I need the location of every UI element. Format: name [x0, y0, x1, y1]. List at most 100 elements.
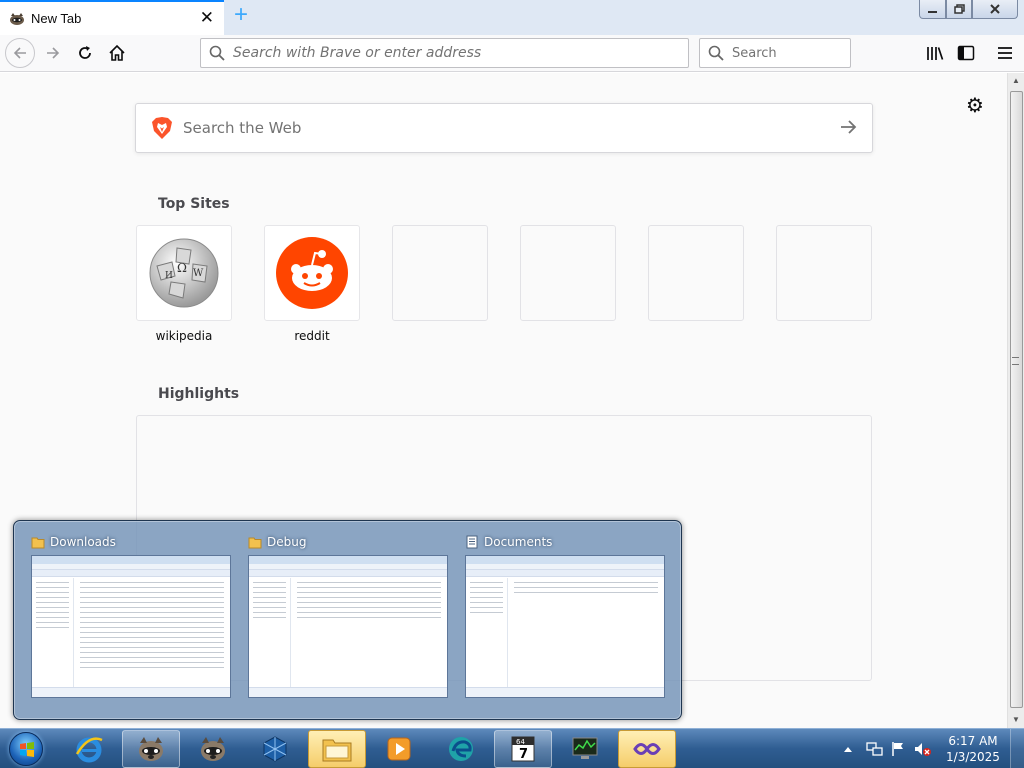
arrow-left-icon — [13, 47, 26, 59]
tab-close-icon[interactable]: ✕ — [200, 9, 214, 27]
brave-logo-icon — [152, 117, 172, 139]
task-manager-icon — [572, 737, 598, 759]
top-site-empty[interactable] — [648, 225, 744, 321]
top-site-tile — [264, 225, 360, 321]
start-button[interactable] — [4, 730, 48, 768]
web-search-placeholder: Search the Web — [183, 119, 302, 137]
taskbar-brave-browser[interactable] — [122, 730, 180, 768]
reload-button[interactable] — [70, 38, 100, 68]
arrow-right-icon[interactable] — [838, 117, 858, 137]
menu-button[interactable] — [990, 38, 1020, 68]
taskbar-internet-explorer[interactable] — [60, 730, 118, 768]
taskbar-clock[interactable]: 6:17 AM 1/3/2025 — [938, 733, 1008, 765]
tab-new-tab[interactable]: New Tab ✕ — [0, 0, 224, 35]
sidebar-icon — [957, 45, 975, 61]
show-hidden-icons-button[interactable] — [843, 729, 853, 768]
close-window-button[interactable] — [972, 0, 1018, 19]
address-bar[interactable]: Search with Brave or enter address — [200, 38, 689, 68]
folder-icon — [248, 537, 262, 549]
preview-window-documents[interactable]: Documents — [465, 535, 665, 698]
internet-explorer-icon — [75, 737, 103, 763]
chevron-up-icon — [844, 747, 852, 752]
preview-window-downloads[interactable]: Downloads — [31, 535, 231, 698]
arrow-right-icon — [47, 47, 60, 59]
search-box[interactable]: Search — [699, 38, 851, 68]
taskbar-visual-studio[interactable] — [618, 730, 676, 768]
taskbar-7zip[interactable]: 64 7 — [494, 730, 552, 768]
new-tab-button[interactable]: + — [228, 3, 254, 28]
show-desktop-button[interactable] — [1010, 729, 1024, 768]
taskbar-edge[interactable] — [432, 730, 490, 768]
reddit-logo-icon — [276, 237, 348, 309]
media-player-icon — [387, 737, 411, 761]
top-site-empty[interactable] — [392, 225, 488, 321]
svg-text:64: 64 — [516, 738, 525, 746]
hamburger-menu-icon — [998, 47, 1012, 59]
web-search-box[interactable]: Search the Web — [135, 103, 873, 153]
taskbar-media-player[interactable] — [370, 730, 428, 768]
preview-title: Debug — [267, 535, 307, 549]
network-tray-icon[interactable] — [866, 729, 884, 768]
taskbar-task-manager[interactable] — [556, 730, 614, 768]
document-icon — [466, 535, 478, 549]
minimize-button[interactable] — [919, 0, 946, 19]
top-site-placeholder-tile — [392, 225, 488, 321]
scrollbar-thumb[interactable] — [1010, 91, 1023, 708]
folder-icon — [322, 739, 352, 762]
vertical-scrollbar[interactable]: ▲ ▼ — [1007, 73, 1024, 728]
reload-icon — [79, 46, 91, 59]
top-site-placeholder-tile — [776, 225, 872, 321]
highlights-heading: Highlights — [158, 386, 240, 402]
back-button[interactable] — [5, 38, 35, 68]
windows-logo-icon — [9, 732, 43, 766]
preview-window-debug[interactable]: Debug — [248, 535, 448, 698]
settings-gear-icon[interactable]: ⚙ — [966, 93, 984, 118]
taskbar-windows-explorer[interactable] — [308, 730, 366, 768]
top-site-tile: Ω W И — [136, 225, 232, 321]
svg-text:7: 7 — [519, 747, 528, 762]
raccoon-favicon-icon — [10, 12, 24, 25]
svg-text:И: И — [165, 271, 173, 281]
7zip-icon: 647 — [511, 736, 535, 762]
window-thumbnail — [248, 555, 448, 698]
preview-title: Documents — [484, 535, 553, 549]
window-thumbnail — [465, 555, 665, 698]
clock-date: 1/3/2025 — [946, 750, 1000, 764]
edge-icon — [449, 737, 473, 761]
scroll-up-arrow-icon[interactable]: ▲ — [1012, 76, 1020, 85]
window-thumbnail — [31, 555, 231, 698]
top-sites-heading: Top Sites — [158, 196, 230, 212]
wikipedia-logo-icon: Ω W И — [149, 238, 219, 308]
scroll-down-arrow-icon[interactable]: ▼ — [1012, 715, 1020, 724]
clock-time: 6:17 AM — [948, 734, 998, 748]
top-site-label: reddit — [294, 329, 330, 343]
top-site-empty[interactable] — [776, 225, 872, 321]
tab-title: New Tab — [31, 11, 82, 26]
svg-text:W: W — [193, 268, 204, 279]
windows-taskbar: 64 7 6:17 AM 1/3/2025 — [0, 728, 1024, 768]
taskbar-thumbnail-preview: Downloads Debug Documents — [13, 520, 682, 720]
top-site-wikipedia[interactable]: Ω W И wikipedia — [136, 225, 232, 343]
forward-button[interactable] — [38, 38, 68, 68]
visual-studio-icon — [633, 743, 661, 755]
sidebar-button[interactable] — [951, 38, 981, 68]
top-site-reddit[interactable]: reddit — [264, 225, 360, 343]
virtualbox-icon — [263, 736, 287, 762]
taskbar-virtualbox[interactable] — [246, 730, 304, 768]
restore-button[interactable] — [946, 0, 972, 19]
volume-muted-icon — [915, 743, 931, 756]
folder-icon — [31, 537, 45, 549]
top-site-placeholder-tile — [648, 225, 744, 321]
svg-text:Ω: Ω — [177, 261, 187, 275]
restore-icon — [953, 4, 965, 14]
volume-tray-icon[interactable] — [914, 729, 932, 768]
preview-title: Downloads — [50, 535, 116, 549]
raccoon-icon — [139, 737, 163, 761]
home-button[interactable] — [102, 38, 132, 68]
library-button[interactable] — [920, 38, 950, 68]
top-site-empty[interactable] — [520, 225, 616, 321]
address-bar-placeholder: Search with Brave or enter address — [233, 45, 482, 61]
taskbar-brave-browser-2[interactable] — [184, 730, 242, 768]
search-box-placeholder: Search — [732, 45, 777, 61]
action-center-tray-icon[interactable] — [890, 729, 906, 768]
